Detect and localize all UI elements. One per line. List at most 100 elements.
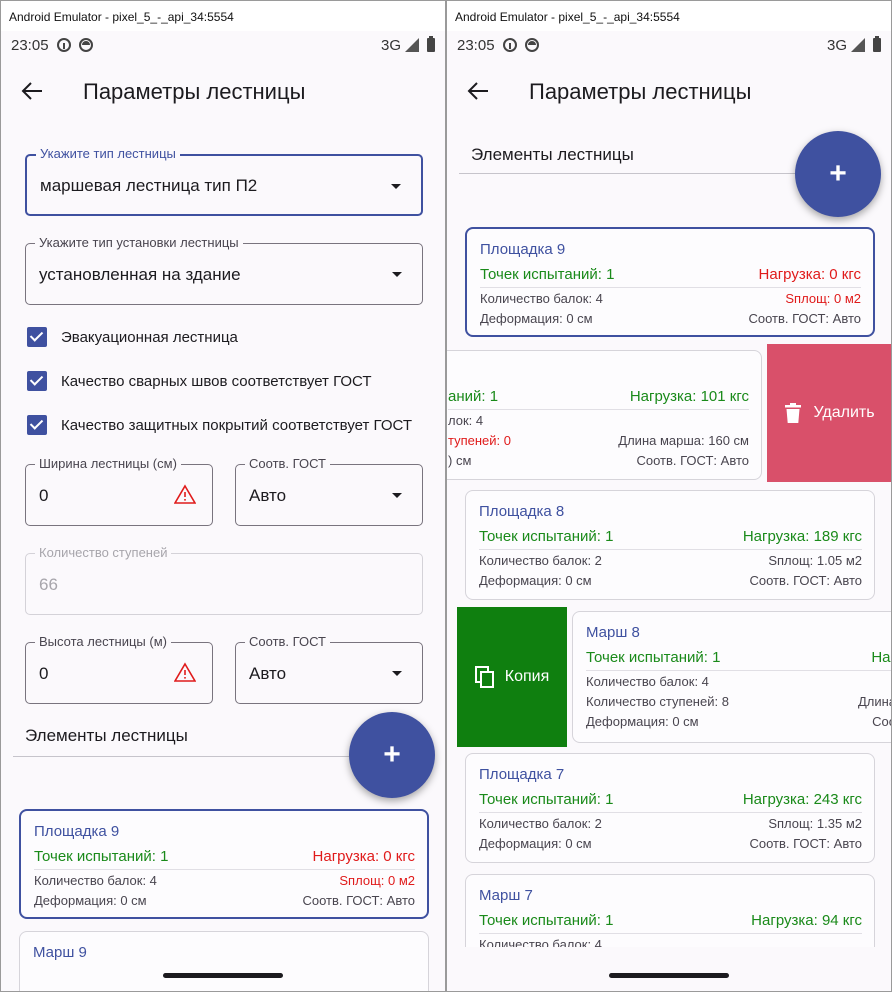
card-sub-row: Деформация: 0 см Соотв. ГОСТ: Авто [479, 573, 862, 588]
card-sub-row: Деформация: 0 см Соотв. ГОСТ: Авто [480, 311, 861, 326]
checkbox-checked-icon[interactable] [27, 371, 47, 391]
card-main-row: Точек испытаний: 1 Нагрузка: 94 кгс [479, 912, 862, 929]
checkbox-evacuation[interactable]: Эвакуационная лестница [27, 327, 238, 347]
card-sub-row: Деформация: 0 см Соо [586, 714, 891, 729]
card-title: Марш 9 [33, 944, 87, 961]
install-type-dropdown[interactable]: Укажите тип установки лестницы установле… [25, 235, 423, 305]
element-card-platform-8[interactable]: Площадка 8 Точек испытаний: 1 Нагрузка: … [465, 490, 875, 600]
element-card-march-7[interactable]: Марш 7 Точек испытаний: 1 Нагрузка: 94 к… [465, 874, 875, 947]
status-bar: 23:05 3G [1, 31, 445, 59]
warning-icon [174, 662, 196, 682]
deformation-value: Деформация: 0 см [479, 573, 592, 588]
element-card-march-9[interactable]: Марш 9 [19, 931, 429, 991]
beams-count: Количество балок: 4 [586, 674, 709, 689]
back-arrow-icon[interactable] [21, 81, 43, 101]
beams-count: лок: 4 [448, 413, 484, 428]
trash-icon [785, 403, 802, 423]
add-element-fab[interactable]: + [795, 131, 881, 217]
emulator-title: Android Emulator - pixel_5_-_api_34:5554 [1, 1, 445, 31]
deformation-value: Деформация: 0 см [586, 714, 699, 729]
load-value: Нагрузка: 94 кгс [751, 912, 862, 929]
height-field[interactable]: Высота лестницы (м) 0 [25, 634, 213, 704]
card-sub-row: тупеней: 0 Длина марша: 160 см [448, 433, 749, 448]
delete-label: Удалить [813, 404, 875, 421]
height-gost-value: Авто [249, 664, 287, 683]
info-icon [56, 38, 71, 52]
stair-type-dropdown[interactable]: Укажите тип лестницы маршевая лестница т… [25, 146, 423, 216]
card-main-row: Точек испытаний: 1 Нагрузка: 0 кгс [480, 266, 861, 283]
divider [479, 549, 862, 550]
card-sub-row: Количество балок: 4 [586, 674, 891, 689]
home-indicator[interactable] [163, 973, 283, 978]
back-arrow-icon[interactable] [467, 81, 489, 101]
elements-section-title: Элементы лестницы [25, 726, 188, 745]
emulator-window-right: Android Emulator - pixel_5_-_api_34:5554… [446, 0, 892, 992]
deformation-value: Деформация: 0 см [480, 311, 593, 326]
area-value: Sплощ: 1.05 м2 [768, 553, 862, 568]
notification-icon [78, 38, 93, 52]
gost-value: Соотв. ГОСТ: Авто [748, 311, 861, 326]
copy-swipe-action[interactable]: Копия [457, 607, 567, 747]
card-sub-row: ) см Соотв. ГОСТ: Авто [448, 453, 749, 468]
add-element-fab[interactable]: + [349, 712, 435, 798]
height-gost-label: Соотв. ГОСТ [245, 634, 330, 649]
element-card-platform-9[interactable]: Площадка 9 Точек испытаний: 1 Нагрузка: … [465, 227, 875, 337]
card-sub-row: Количество балок: 2 Sплощ: 1.35 м2 [479, 816, 862, 831]
battery-icon [427, 36, 435, 52]
stair-type-label: Укажите тип лестницы [36, 146, 180, 161]
gost-value: Соотв. ГОСТ: Авто [636, 453, 749, 468]
width-field[interactable]: Ширина лестницы (см) 0 [25, 456, 213, 526]
info-icon [502, 38, 517, 52]
checkbox-checked-icon[interactable] [27, 415, 47, 435]
signal-icon [405, 38, 419, 52]
card-title: Площадка 8 [479, 503, 565, 520]
status-bar: 23:05 3G [447, 31, 891, 59]
divider [448, 409, 749, 410]
area-value: Sплощ: 1.35 м2 [768, 816, 862, 831]
load-value: Нагрузка: 189 кгс [742, 528, 862, 545]
checkbox-label: Эвакуационная лестница [61, 328, 238, 346]
checkbox-label: Качество сварных швов соответствует ГОСТ [61, 372, 372, 390]
warning-icon [174, 484, 196, 504]
march-length: Длина марша: 160 см [618, 433, 749, 448]
divider [479, 812, 862, 813]
status-time: 23:05 [457, 36, 495, 54]
checkbox-coating-quality[interactable]: Качество защитных покрытий соответствует… [27, 415, 412, 435]
element-card-platform-7[interactable]: Площадка 7 Точек испытаний: 1 Нагрузка: … [465, 753, 875, 863]
steps-count-field: Количество ступеней 66 [25, 545, 423, 615]
steps-count: Количество ступеней: 8 [586, 694, 729, 709]
tests-count: Точек испытаний: 1 [586, 649, 721, 666]
status-time: 23:05 [11, 36, 49, 54]
element-card-platform-9[interactable]: Площадка 9 Точек испытаний: 1 Нагрузка: … [19, 809, 429, 919]
beams-count: Количество балок: 4 [480, 291, 603, 306]
emulator-window-left: Android Emulator - pixel_5_-_api_34:5554… [0, 0, 446, 992]
card-sub-row: лок: 4 [448, 413, 749, 428]
width-gost-dropdown[interactable]: Соотв. ГОСТ Авто [235, 456, 423, 526]
load-value: Нагрузка: 0 кгс [758, 266, 861, 283]
home-indicator[interactable] [609, 973, 729, 978]
beams-count: Количество балок: 2 [479, 553, 602, 568]
element-card-march-9-swiped[interactable]: аний: 1 Нагрузка: 101 кгс лок: 4 тупеней… [447, 350, 762, 480]
divider [13, 756, 349, 757]
checkbox-checked-icon[interactable] [27, 327, 47, 347]
steps-count-label: Количество ступеней [35, 545, 172, 560]
emulator-title: Android Emulator - pixel_5_-_api_34:5554 [447, 1, 891, 31]
gost-value: Соо [872, 714, 891, 729]
card-title: Площадка 9 [480, 241, 566, 258]
card-sub-row: Количество балок: 2 Sплощ: 1.05 м2 [479, 553, 862, 568]
page-title: Параметры лестницы [83, 79, 306, 104]
card-main-row: Точек испытаний: 1 Нагрузка: 189 кгс [479, 528, 862, 545]
divider [586, 670, 891, 671]
card-main-row: Точек испытаний: 1 Наг [586, 649, 891, 666]
element-card-march-8-swiped[interactable]: Марш 8 Точек испытаний: 1 Наг Количество… [572, 611, 891, 743]
card-title: Марш 8 [586, 624, 640, 641]
card-main-row: аний: 1 Нагрузка: 101 кгс [448, 388, 749, 405]
height-gost-dropdown[interactable]: Соотв. ГОСТ Авто [235, 634, 423, 704]
signal-icon [851, 38, 865, 52]
beams-count: Количество балок: 4 [479, 937, 602, 947]
checkbox-weld-quality[interactable]: Качество сварных швов соответствует ГОСТ [27, 371, 372, 391]
area-value: Sплощ: 0 м2 [339, 873, 415, 888]
app-bar: Параметры лестницы [447, 67, 891, 117]
delete-swipe-action[interactable]: Удалить [767, 344, 891, 482]
install-type-label: Укажите тип установки лестницы [35, 235, 243, 250]
